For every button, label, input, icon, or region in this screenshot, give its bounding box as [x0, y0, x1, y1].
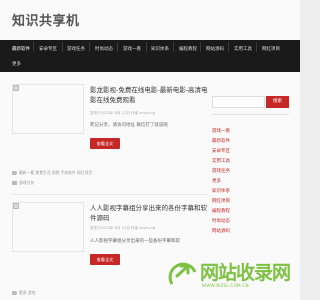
- nav-item-fashion[interactable]: 时尚动态: [95, 47, 113, 53]
- site-title[interactable]: 知识共享机: [12, 10, 80, 29]
- post-excerpt: 人人影视字幕组分享出来的一些备份字幕和软: [90, 239, 180, 244]
- search-input[interactable]: [212, 96, 265, 108]
- nav-divider: [200, 42, 201, 52]
- sidebar-link-game-look[interactable]: 游戏一看: [212, 128, 230, 134]
- watermark-arrow-icon: [168, 262, 197, 285]
- sidebar-link-fashion[interactable]: 时尚动态: [212, 218, 230, 224]
- folder-icon: [12, 181, 17, 185]
- nav-divider: [33, 42, 34, 52]
- tag-icon: [12, 291, 17, 295]
- post-tags-text[interactable]: 更多 游戏: [19, 290, 35, 295]
- nav-item-tools[interactable]: 实用工具: [234, 47, 252, 53]
- sidebar-link-trending[interactable]: 网红项目: [212, 198, 230, 204]
- main-nav: [0, 40, 300, 72]
- sidebar-link-android[interactable]: 安卓专区: [212, 148, 230, 154]
- nav-item-knowledge[interactable]: 知识体系: [151, 47, 169, 53]
- site-header: 知识共享机: [0, 0, 300, 40]
- nav-item-more[interactable]: 更多: [12, 62, 21, 68]
- nav-item-source-code[interactable]: 网站源码: [206, 47, 224, 53]
- sidebar-link-source-code[interactable]: 网站源码: [212, 228, 230, 234]
- watermark-text: 网站收录网: [200, 262, 291, 284]
- nav-item-latest-software[interactable]: 最新软件: [12, 47, 30, 53]
- post-category-text[interactable]: 游戏任务: [19, 180, 34, 185]
- post-category: 游戏任务: [12, 180, 34, 186]
- sidebar-link-latest-software[interactable]: 最新软件: [212, 138, 230, 144]
- broken-image-icon: [13, 85, 19, 91]
- nav-item-android[interactable]: 安卓专区: [39, 47, 57, 53]
- read-more-button[interactable]: 查看全文: [90, 254, 120, 265]
- post-title[interactable]: 影龙影视-免费在线电影-最新电影-高清电影在线免费观看: [90, 85, 210, 105]
- sidebar-link-tools[interactable]: 实用工具: [212, 158, 230, 164]
- broken-image-icon: [13, 203, 19, 209]
- post-excerpt: 死记分享。请访问地址 微信打了就说呢: [90, 123, 168, 128]
- tag-icon: [12, 171, 17, 175]
- post-card: 影龙影视-免费在线电影-最新电影-高清电影在线免费观看 发布于2022年 6月 …: [12, 84, 208, 196]
- sidebar-link-game-tasks[interactable]: 游戏任务: [212, 168, 230, 174]
- sidebar-link-knowledge[interactable]: 知识体系: [212, 188, 230, 194]
- post-tags-text[interactable]: 最新一看 美食生活 视频 手机软件 网红项目: [19, 170, 92, 175]
- sidebar-link-more[interactable]: 更多: [212, 178, 221, 184]
- post-tags: 最新一看 美食生活 视频 手机软件 网红项目: [12, 170, 92, 176]
- nav-divider: [62, 42, 63, 52]
- nav-divider: [146, 42, 147, 52]
- watermark-url: WWW.WZSL.COM.CN: [202, 283, 249, 288]
- read-more-button[interactable]: 查看全文: [90, 138, 120, 149]
- nav-divider: [228, 42, 229, 52]
- sidebar-link-programming[interactable]: 编程教程: [212, 208, 230, 214]
- nav-divider: [117, 42, 118, 52]
- post-tags: 更多 游戏: [12, 290, 35, 296]
- search-button[interactable]: 搜索: [266, 96, 289, 108]
- nav-item-game-tasks[interactable]: 游戏任务: [67, 47, 85, 53]
- post-thumbnail[interactable]: [12, 202, 84, 252]
- post-meta: 发布于2022年 6月 12日 作者 anyhung: [90, 226, 156, 230]
- nav-divider: [173, 42, 174, 52]
- nav-divider: [256, 42, 257, 52]
- nav-item-game-look[interactable]: 游戏一看: [123, 47, 141, 53]
- post-thumbnail[interactable]: [12, 84, 84, 134]
- nav-item-trending[interactable]: 网红项目: [262, 47, 280, 53]
- nav-divider: [89, 42, 90, 52]
- sidebar-divider: [212, 114, 289, 115]
- post-title[interactable]: 人人影视字幕组分享出来的各份字幕和软件源码: [90, 203, 210, 223]
- post-divider: [12, 194, 208, 195]
- nav-item-programming[interactable]: 编程教程: [179, 47, 197, 53]
- watermark-logo: 网站收录网 WWW.WZSL.COM.CN: [168, 256, 296, 292]
- post-meta: 发布于2022年 6月 12日 作者 anyhung: [90, 111, 156, 115]
